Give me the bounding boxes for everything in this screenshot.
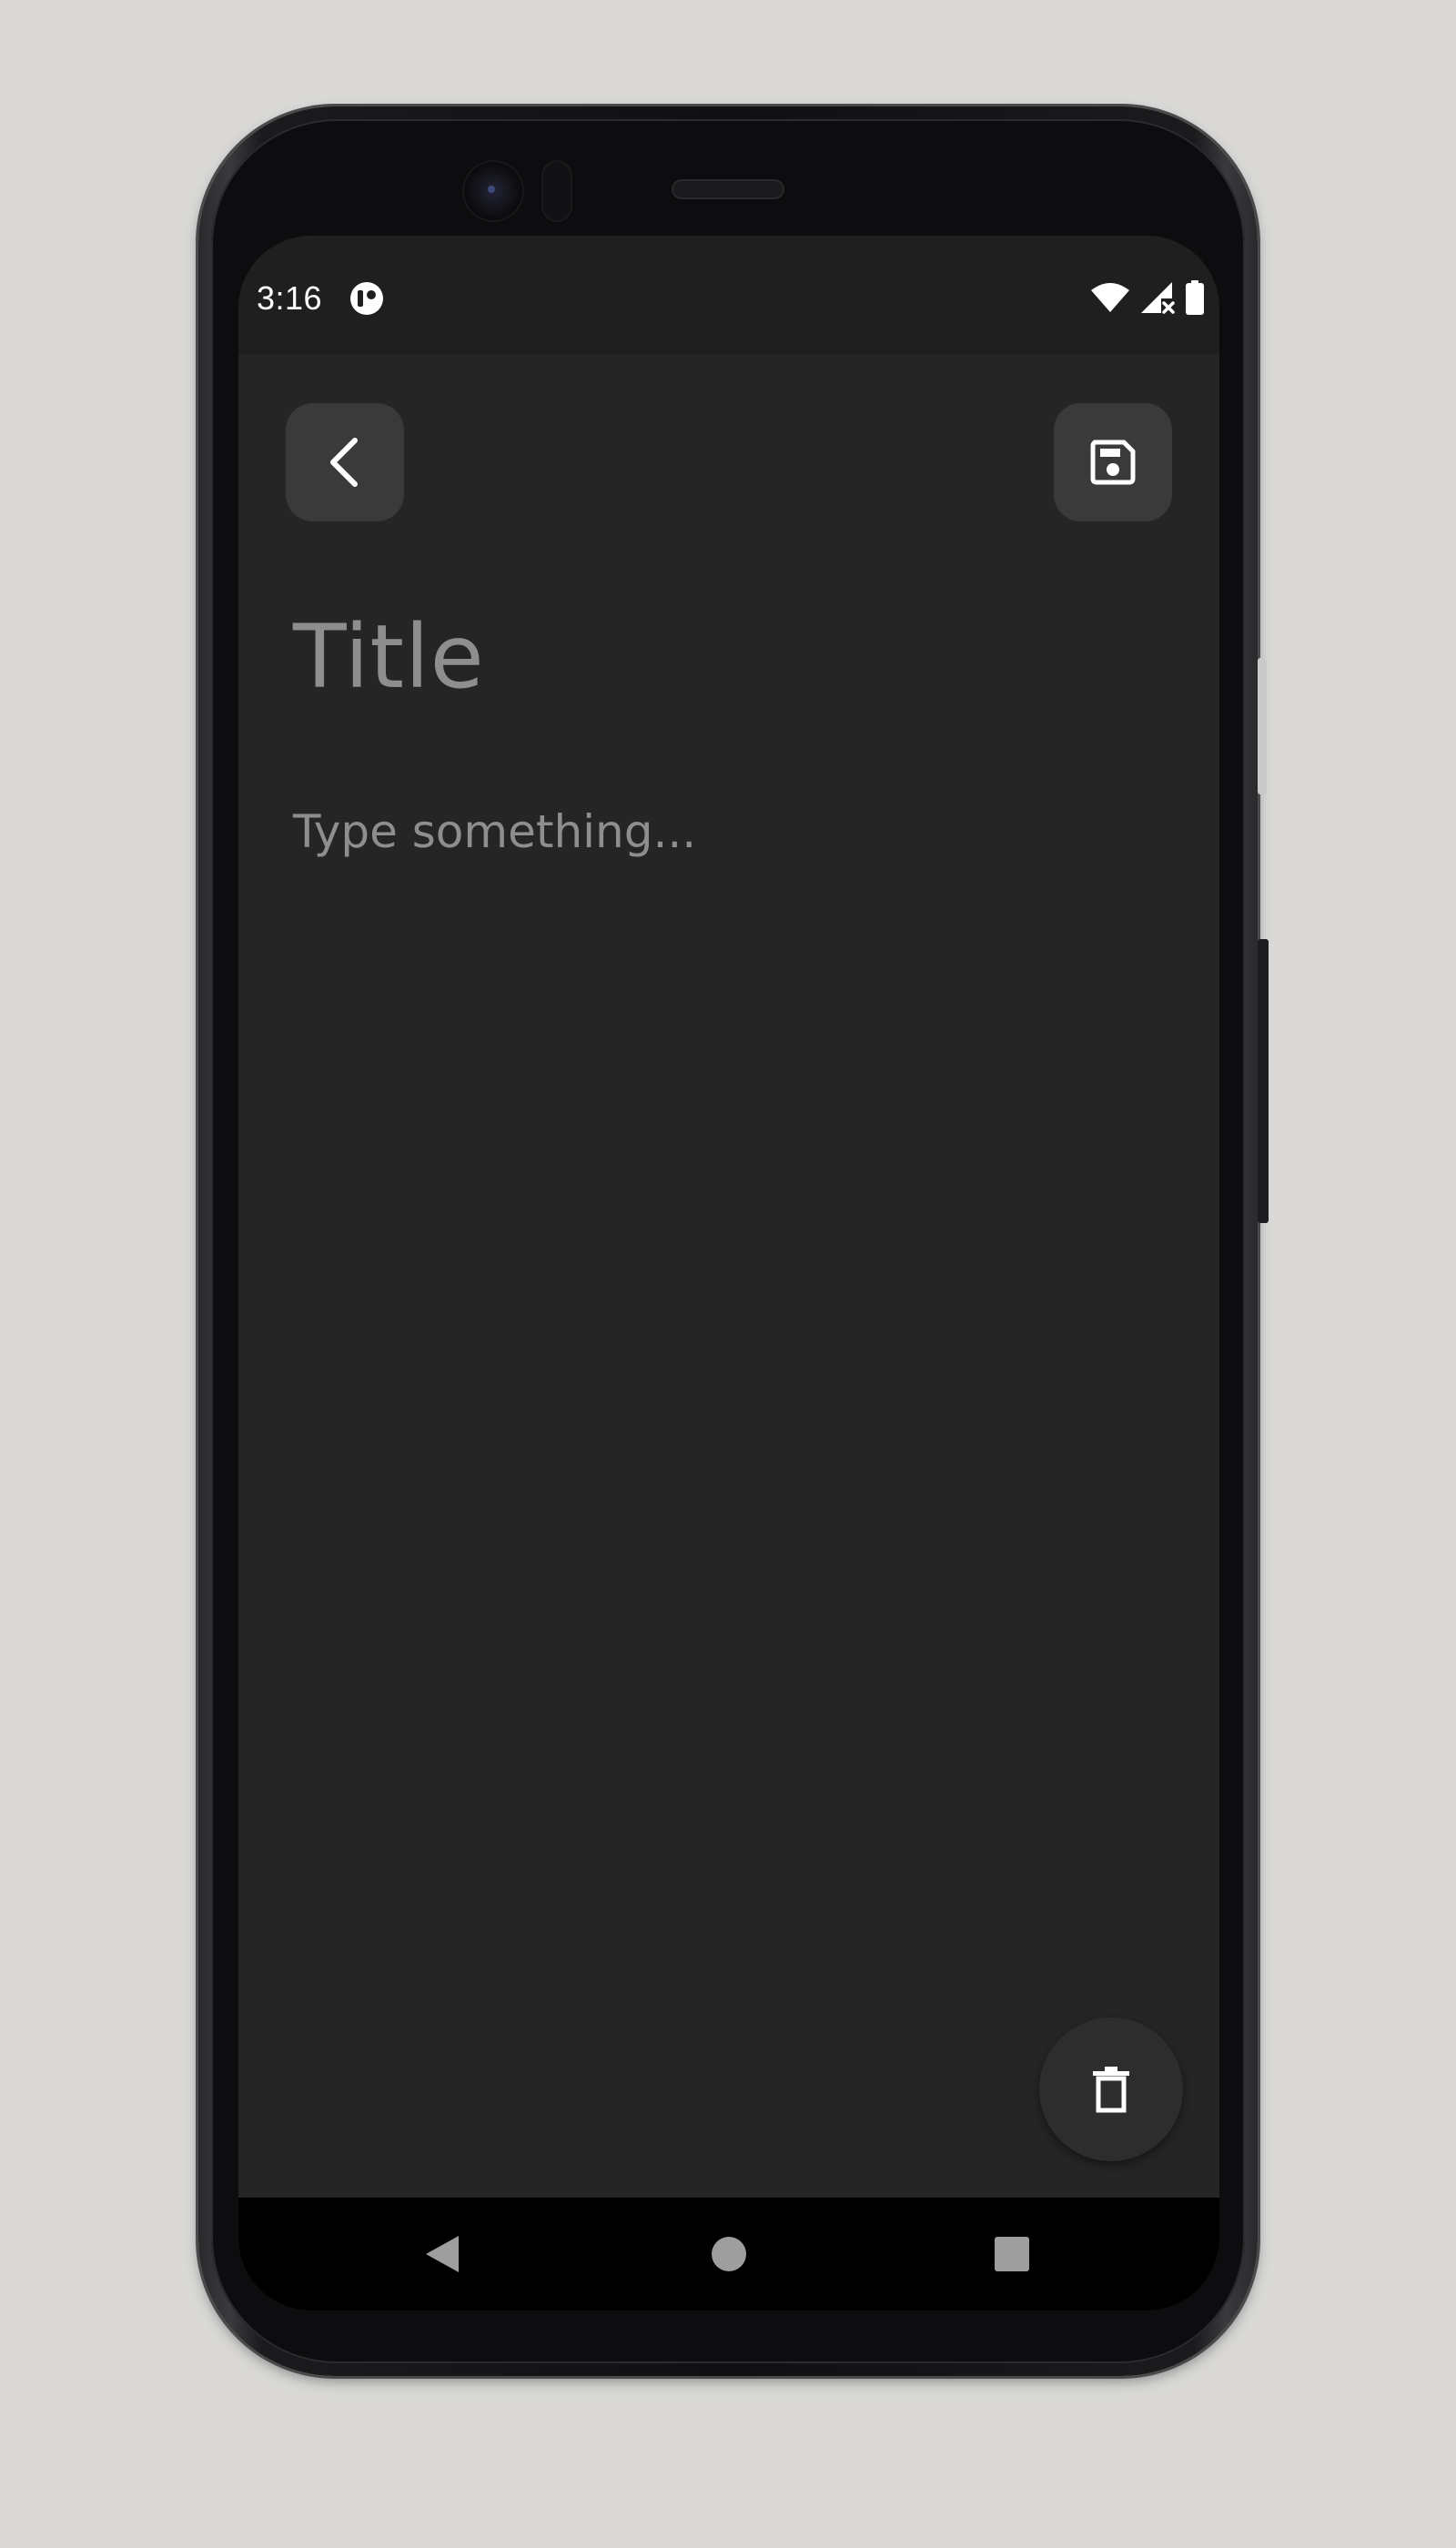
status-time: 3:16 (257, 279, 323, 317)
front-camera (464, 162, 522, 220)
note-body-input[interactable]: Type something... (293, 809, 696, 854)
cellular-no-service-icon (1141, 282, 1175, 314)
screen: 3:16 Title Type something... (238, 236, 1219, 2310)
home-circle-icon (712, 2237, 746, 2271)
save-icon (1090, 440, 1136, 485)
volume-button (1258, 939, 1269, 1223)
wifi-icon (1091, 283, 1129, 312)
delete-button[interactable] (1039, 2017, 1183, 2161)
nav-home-button[interactable] (707, 2232, 751, 2276)
nav-recents-button[interactable] (990, 2232, 1034, 2276)
back-triangle-icon (426, 2236, 459, 2272)
proximity-sensor (543, 162, 571, 220)
nav-back-button[interactable] (420, 2232, 464, 2276)
back-button[interactable] (286, 403, 404, 521)
power-button (1258, 658, 1267, 794)
app-notification-icon (350, 282, 383, 315)
note-editor: Title Type something... (238, 354, 1219, 2198)
status-bar: 3:16 (238, 236, 1219, 354)
status-icons (1090, 278, 1205, 318)
title-input[interactable]: Title (293, 613, 485, 701)
chevron-left-icon (330, 438, 358, 487)
recents-square-icon (995, 2237, 1029, 2271)
trash-icon (1093, 2067, 1129, 2113)
save-button[interactable] (1054, 403, 1172, 521)
system-navigation-bar (238, 2198, 1219, 2310)
earpiece-speaker (672, 179, 784, 199)
battery-icon (1186, 280, 1204, 315)
